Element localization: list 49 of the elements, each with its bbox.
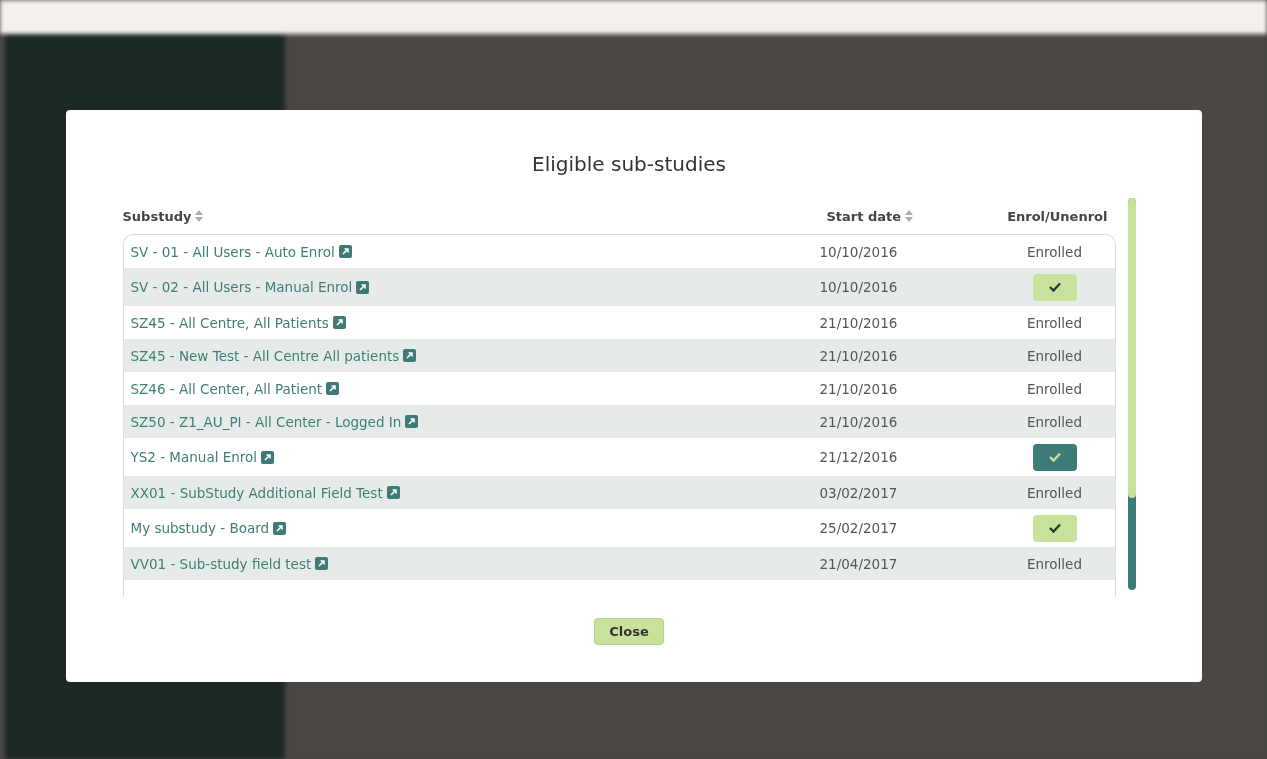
enrolled-status: Enrolled bbox=[1026, 555, 1083, 572]
substudy-link[interactable]: SZ45 - New Test - All Centre All patients bbox=[130, 347, 400, 364]
start-date: 21/10/2016 bbox=[819, 347, 899, 364]
start-date: 21/10/2016 bbox=[819, 314, 899, 331]
external-link-icon[interactable] bbox=[386, 486, 400, 499]
scrollbar[interactable] bbox=[1127, 198, 1136, 590]
external-link-icon[interactable] bbox=[261, 450, 275, 464]
substudy-link[interactable]: SZ46 - All Center, All Patient bbox=[130, 380, 323, 397]
external-link-icon[interactable] bbox=[338, 245, 352, 258]
enrol-button[interactable] bbox=[1032, 273, 1077, 301]
start-date: 21/04/2017 bbox=[819, 555, 899, 572]
start-date: 10/10/2016 bbox=[819, 279, 899, 295]
enrolled-status: Enrolled bbox=[1026, 314, 1083, 331]
start-date: 21/10/2016 bbox=[819, 413, 899, 430]
substudy-link[interactable]: XX01 - SubStudy Additional Field Test bbox=[130, 484, 383, 501]
external-link-icon[interactable] bbox=[405, 415, 419, 428]
substudy-link[interactable]: SV - 01 - All Users - Auto Enrol bbox=[130, 243, 335, 260]
column-header[interactable]: Start date bbox=[826, 208, 902, 224]
external-link-icon[interactable] bbox=[356, 280, 370, 294]
check-icon bbox=[1048, 452, 1061, 462]
substudy-link[interactable]: SV - 02 - All Users - Manual Enrol bbox=[130, 279, 353, 295]
external-link-icon[interactable] bbox=[326, 382, 340, 395]
start-date: 25/02/2017 bbox=[819, 520, 899, 536]
external-link-icon[interactable] bbox=[273, 521, 287, 535]
external-link-icon[interactable] bbox=[332, 316, 346, 329]
enrolled-status: Enrolled bbox=[1026, 484, 1083, 501]
substudy-link[interactable]: SZ50 - Z1_AU_PI - All Center - Logged In bbox=[130, 413, 402, 430]
substudy-link[interactable]: SZ45 - All Centre, All Patients bbox=[130, 314, 329, 331]
external-link-icon[interactable] bbox=[315, 557, 329, 570]
start-date: 21/12/2016 bbox=[819, 449, 899, 465]
check-icon bbox=[1048, 282, 1061, 292]
check-icon bbox=[1048, 523, 1061, 533]
start-date: 10/10/2016 bbox=[819, 243, 899, 260]
start-date: 03/02/2017 bbox=[819, 484, 899, 501]
external-link-icon[interactable] bbox=[403, 349, 417, 362]
enrolled-status: Enrolled bbox=[1026, 380, 1083, 397]
column-header[interactable]: Substudy bbox=[122, 208, 192, 224]
start-date: 21/10/2016 bbox=[819, 380, 899, 397]
enrolled-status: Enrolled bbox=[1026, 413, 1083, 430]
substudy-link[interactable]: VV01 - Sub-study field test bbox=[130, 555, 312, 572]
close-button[interactable]: Close bbox=[594, 618, 664, 645]
substudy-link[interactable]: YS2 - Manual Enrol bbox=[130, 449, 258, 465]
column-header: Enrol/Unenrol bbox=[1007, 208, 1108, 224]
enrol-button[interactable] bbox=[1032, 514, 1077, 542]
enrolled-status: Enrolled bbox=[1026, 347, 1083, 364]
substudy-link[interactable]: My substudy - Board bbox=[130, 520, 270, 536]
enrolled-status: Enrolled bbox=[1026, 243, 1083, 260]
enrol-button[interactable] bbox=[1032, 443, 1077, 471]
dialog-title: Eligible sub-studies bbox=[532, 152, 726, 176]
